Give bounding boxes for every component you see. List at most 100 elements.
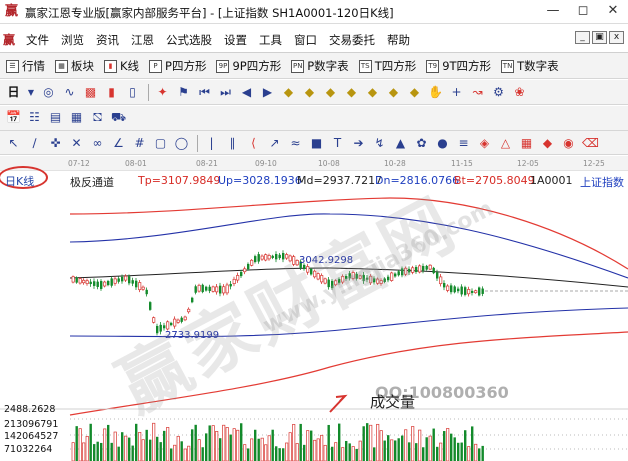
fan-lines-icon[interactable]: ∞ [90,136,105,151]
diamond-7-icon[interactable]: ◆ [407,85,422,100]
mdi-minimize-icon[interactable]: _ [575,31,590,44]
dropdown-arrow-icon[interactable]: ▼ [27,85,35,100]
period-label[interactable]: 日K线 [5,173,34,189]
menu-trade[interactable]: 交易委托 [329,32,375,48]
daily-period-icon[interactable]: 日 [6,85,21,100]
volume-bar [401,435,404,461]
zigzag-icon[interactable]: ↯ [372,136,387,151]
volume-bar [257,438,260,461]
menu-file[interactable]: 文件 [26,32,49,48]
candle-body [474,290,478,294]
red-fan-icon[interactable]: ◈ [477,136,492,151]
last-page-icon[interactable]: ⏭ [218,85,233,100]
red-triangle-icon[interactable]: △ [498,136,513,151]
toolbar-9p-square[interactable]: 9P 9P四方形 [216,58,281,74]
diamond-3-icon[interactable]: ◆ [323,85,338,100]
mdi-close-icon[interactable]: x [609,31,624,44]
maximize-icon[interactable]: ◻ [568,0,598,24]
toolbar-t-square[interactable]: TS T四方形 [358,58,416,74]
text-tool-icon[interactable]: T [330,136,345,151]
volume-bar [250,438,254,461]
toolbar-9t-square[interactable]: T9 9T四方形 [426,58,491,74]
volume-bar [240,423,243,461]
ellipse-icon[interactable]: ◯ [174,136,189,151]
window-title: 赢家江恩专业版[赢家内部服务平台] - [上证指数 SH1A0001-120日K… [25,6,394,20]
volume-bar [345,440,348,461]
candle-icon[interactable]: ▮ [104,85,119,100]
toolbar-p-square[interactable]: P P四方形 [149,58,206,74]
gear-icon[interactable]: ⚙ [491,85,506,100]
red-dot-icon[interactable]: ◉ [561,136,576,151]
toolbar-p-number[interactable]: PN P数字表 [291,58,349,74]
calendar-icon[interactable]: 📅 [6,110,21,125]
close-icon[interactable]: ✕ [598,0,628,24]
diamond-2-icon[interactable]: ◆ [302,85,317,100]
document-icon[interactable]: ▤ [48,110,63,125]
notepad-icon[interactable]: ▦ [69,110,84,125]
toolbar-sector[interactable]: ▦ 板块 [55,58,94,74]
menu-formula[interactable]: 公式选股 [166,32,212,48]
diamond-1-icon[interactable]: ◆ [281,85,296,100]
menu-browse[interactable]: 浏览 [61,32,84,48]
diamond-5-icon[interactable]: ◆ [365,85,380,100]
menu-help[interactable]: 帮助 [387,32,410,48]
angle-icon[interactable]: ∠ [111,136,126,151]
circle-tool-icon[interactable]: ● [435,136,450,151]
menu-window[interactable]: 窗口 [294,32,317,48]
channel-icon[interactable]: ■ [309,136,324,151]
cursor-icon[interactable]: ↖ [6,136,21,151]
gann-angle-icon[interactable]: ⟨ [246,136,261,151]
trend-icon[interactable]: ↝ [470,85,485,100]
crosshair-icon[interactable]: + [449,85,464,100]
toolbar-t-number[interactable]: TN T数字表 [501,58,559,74]
arrow-tool-icon[interactable]: ➔ [351,136,366,151]
time-cycle-icon[interactable]: ▲ [393,136,408,151]
volume-bar [145,429,148,461]
volume-bar [387,435,390,461]
candle-body [481,288,484,294]
eraser-icon[interactable]: ⌫ [582,136,599,151]
prev-icon[interactable]: ◀ [239,85,254,100]
red-diamond-icon[interactable]: ◆ [540,136,555,151]
analysis-icon[interactable]: ✦ [155,85,170,100]
menu-tools[interactable]: 工具 [259,32,282,48]
spiral-icon[interactable]: ✿ [414,136,429,151]
volume-bar [348,443,351,461]
line-chart-icon[interactable]: ∿ [62,85,77,100]
mdi-restore-icon[interactable]: ▣ [592,31,607,44]
menu-gann[interactable]: 江恩 [131,32,154,48]
minimize-icon[interactable]: — [538,0,568,24]
diamond-4-icon[interactable]: ◆ [344,85,359,100]
truck-icon[interactable]: ⛞ [90,110,105,125]
square-icon[interactable]: ▢ [153,136,168,151]
gann-circle-icon[interactable]: ◎ [41,85,56,100]
candle-dropdown-icon[interactable]: ▯ [125,85,140,100]
gann-fan-icon[interactable]: ✜ [48,136,63,151]
flag-icon[interactable]: ⚑ [176,85,191,100]
draw-line-icon[interactable]: ∕ [27,136,42,151]
first-page-icon[interactable]: ⏮ [197,85,212,100]
hand-icon[interactable]: ✋ [428,85,443,100]
parallel-icon[interactable]: ∥ [225,136,240,151]
calculator-icon[interactable]: ☷ [27,110,42,125]
cross-icon[interactable]: ✕ [69,136,84,151]
toolbar-quotes[interactable]: ☰ 行情 [6,58,45,74]
ray-icon[interactable]: ↗ [267,136,282,151]
volume-bar [191,429,194,461]
red-square-icon[interactable]: ▦ [519,136,534,151]
car-icon[interactable]: ⛟ [111,110,126,125]
hash-icon[interactable]: # [132,136,147,151]
fib-icon[interactable]: ≡ [456,136,471,151]
vertical-line-icon[interactable]: | [204,136,219,151]
bar-chart-icon[interactable]: ▩ [83,85,98,100]
volume-bar [310,430,313,461]
wave-icon[interactable]: ≈ [288,136,303,151]
diamond-6-icon[interactable]: ◆ [386,85,401,100]
candle-body [471,290,474,293]
palette-icon[interactable]: ❀ [512,85,527,100]
next-icon[interactable]: ▶ [260,85,275,100]
toolbar-kline[interactable]: ▮ K线 [104,58,139,74]
menu-settings[interactable]: 设置 [224,32,247,48]
menu-news[interactable]: 资讯 [96,32,119,48]
volume-bar [85,435,89,461]
